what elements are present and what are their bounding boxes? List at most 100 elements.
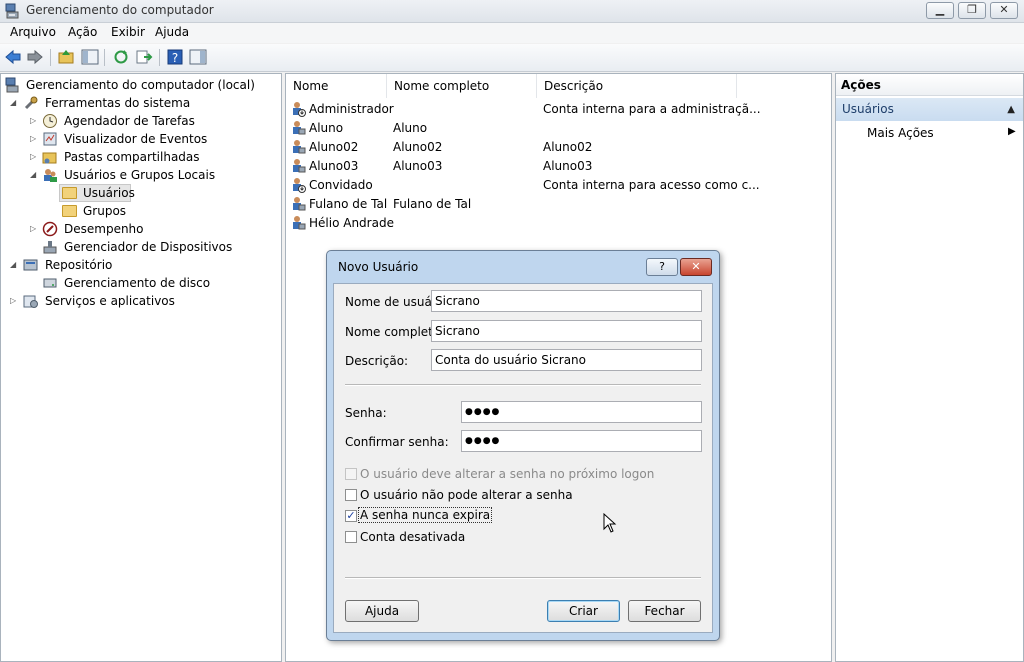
expanded-triangle-icon[interactable]: ◢ — [10, 260, 16, 269]
tree-label: Gerenciador de Dispositivos — [64, 240, 233, 254]
collapsed-triangle-icon[interactable]: ▷ — [10, 296, 16, 305]
must-change-password-checkbox[interactable] — [345, 468, 357, 480]
user-icon — [293, 140, 306, 154]
collapsed-triangle-icon[interactable]: ▷ — [30, 134, 36, 143]
user-icon — [293, 197, 306, 211]
minimize-icon: ▁ — [935, 3, 945, 16]
close-button[interactable]: Fechar — [628, 600, 701, 622]
column-header-description[interactable]: Descrição — [537, 74, 737, 98]
tree-label: Serviços e aplicativos — [45, 294, 175, 308]
password-label: Senha: — [345, 406, 387, 420]
cell-name: Aluno03 — [309, 159, 359, 173]
maximize-button[interactable]: ❐ — [958, 2, 986, 19]
user-row-convidado[interactable]: Convidado Conta interna para acesso como… — [290, 176, 830, 195]
description-input[interactable]: Conta do usuário Sicrano — [431, 349, 702, 371]
cell-name: Hélio Andrade — [309, 216, 394, 230]
submenu-arrow-icon[interactable]: ▶ — [1008, 126, 1016, 137]
more-actions-label: Mais Ações — [867, 126, 934, 140]
menu-exibir[interactable]: Exibir — [111, 25, 145, 39]
minimize-button[interactable]: ▁ — [926, 2, 954, 19]
menu-acao[interactable]: Ação — [68, 25, 97, 39]
user-row-aluno03[interactable]: Aluno03 Aluno03 Aluno03 — [290, 157, 830, 176]
help-button[interactable]: Ajuda — [345, 600, 419, 622]
menu-arquivo[interactable]: Arquivo — [10, 25, 56, 39]
computer-management-icon — [5, 77, 19, 93]
window-title: Gerenciamento do computador — [26, 3, 214, 17]
dialog-close-button[interactable]: ✕ — [680, 258, 712, 276]
account-disabled-label: Conta desativada — [360, 530, 466, 544]
dialog-help-button[interactable]: ? — [646, 258, 678, 276]
tree-label: Usuários e Grupos Locais — [64, 168, 216, 182]
user-row-aluno02[interactable]: Aluno02 Aluno02 Aluno02 — [290, 138, 830, 157]
shared-folder-icon — [42, 152, 57, 164]
collapsed-triangle-icon[interactable]: ▷ — [30, 152, 36, 161]
show-hide-tree-icon[interactable] — [81, 48, 99, 66]
user-row-administrador[interactable]: Administrador Conta interna para a admin… — [290, 100, 830, 119]
show-hide-action-pane-icon[interactable] — [189, 48, 207, 66]
collapsed-triangle-icon[interactable]: ▷ — [30, 116, 36, 125]
toolbar-separator — [50, 49, 51, 66]
services-icon — [23, 295, 38, 308]
fullname-label: Nome completo: — [345, 325, 445, 339]
tree-label: Desempenho — [64, 222, 144, 236]
user-icon — [293, 121, 306, 135]
tree-label: Agendador de Tarefas — [64, 114, 195, 128]
tree-item-users[interactable]: Usuários — [59, 184, 135, 202]
more-actions-link[interactable]: Mais Ações — [867, 126, 934, 140]
user-icon — [293, 159, 306, 173]
account-disabled-checkbox[interactable] — [345, 531, 357, 543]
cell-full-name: Aluno02 — [393, 140, 443, 154]
user-icon — [293, 216, 306, 230]
device-manager-icon — [43, 241, 57, 254]
actions-section-users[interactable]: Usuários ▲ — [836, 98, 1023, 121]
help-icon[interactable]: ? — [166, 48, 184, 66]
tools-icon — [24, 96, 38, 110]
cannot-change-password-label: O usuário não pode alterar a senha — [360, 488, 573, 502]
cell-full-name: Aluno03 — [393, 159, 443, 173]
menu-ajuda[interactable]: Ajuda — [155, 25, 189, 39]
username-input[interactable]: Sicrano — [431, 290, 702, 312]
up-folder-icon[interactable] — [57, 48, 75, 66]
folder-icon — [62, 205, 77, 217]
restore-icon: ❐ — [967, 3, 977, 16]
dialog-title: Novo Usuário — [338, 260, 419, 274]
expanded-triangle-icon[interactable]: ◢ — [10, 98, 16, 107]
description-label: Descrição: — [345, 354, 409, 368]
tree-label: Gerenciamento de disco — [64, 276, 211, 290]
forward-arrow-icon[interactable] — [26, 48, 44, 66]
cell-name: Fulano de Tal — [309, 197, 388, 211]
expanded-triangle-icon[interactable]: ◢ — [30, 170, 36, 179]
column-header-full-name[interactable]: Nome completo — [387, 74, 537, 98]
refresh-icon[interactable] — [112, 48, 130, 66]
fullname-input[interactable]: Sicrano — [431, 320, 702, 342]
tree-label: Repositório — [45, 258, 113, 272]
tree-label: Gerenciamento do computador (local) — [26, 78, 255, 92]
disabled-user-icon — [293, 178, 306, 193]
password-never-expires-checkbox[interactable]: ✓ — [345, 510, 357, 522]
disabled-user-icon — [293, 102, 306, 117]
column-header-name[interactable]: Nome — [286, 74, 387, 98]
cell-description: Aluno03 — [543, 159, 593, 173]
disk-management-icon — [43, 278, 57, 288]
user-row-fulano[interactable]: Fulano de Tal Fulano de Tal — [290, 195, 830, 214]
section-label: Usuários — [842, 102, 894, 116]
collapsed-triangle-icon[interactable]: ▷ — [30, 224, 36, 233]
user-row-aluno[interactable]: Aluno Aluno — [290, 119, 830, 138]
collapse-up-icon[interactable]: ▲ — [1007, 98, 1015, 121]
toolbar — [0, 44, 1024, 72]
event-viewer-icon — [43, 132, 57, 146]
password-never-expires-label: A senha nunca expira — [357, 507, 493, 523]
back-arrow-icon[interactable] — [4, 48, 22, 66]
close-window-button[interactable]: ✕ — [990, 2, 1018, 19]
cell-full-name: Aluno — [393, 121, 428, 135]
menu-bar — [0, 23, 1024, 43]
confirm-password-input[interactable]: ●●●● — [461, 430, 702, 452]
create-button[interactable]: Criar — [547, 600, 620, 622]
user-row-helio[interactable]: Hélio Andrade — [290, 214, 830, 233]
cannot-change-password-checkbox[interactable] — [345, 489, 357, 501]
tree-label: Grupos — [83, 204, 127, 218]
password-input[interactable]: ●●●● — [461, 401, 702, 423]
export-list-icon[interactable] — [135, 48, 153, 66]
cell-description: Aluno02 — [543, 140, 593, 154]
toolbar-separator — [104, 49, 105, 66]
